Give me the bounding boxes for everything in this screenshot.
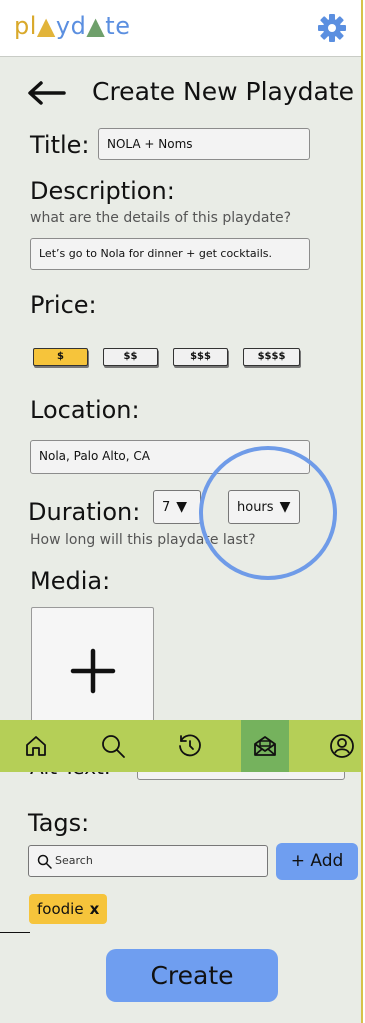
logo-letter: t xyxy=(105,12,116,40)
add-tag-button[interactable]: + Add xyxy=(276,843,358,880)
profile-icon xyxy=(330,734,354,758)
tag-label: foodie xyxy=(37,900,84,918)
price-option-3[interactable]: $$$ xyxy=(173,348,228,366)
title-input[interactable]: NOLA + Noms xyxy=(98,128,310,160)
history-icon xyxy=(179,734,201,757)
add-media-button[interactable] xyxy=(31,607,154,729)
dropdown-arrow-icon: ▼ xyxy=(176,499,188,515)
gear-icon[interactable] xyxy=(316,12,348,44)
logo-letter: l xyxy=(29,12,37,40)
plus-icon xyxy=(70,648,116,694)
price-option-4[interactable]: $$$$ xyxy=(243,348,300,366)
arrow-left-icon[interactable] xyxy=(26,78,66,108)
app-screen: pl▲yd▲te Create New Playdate Title: NOLA… xyxy=(0,0,363,1023)
tag-chip: foodie x xyxy=(29,894,108,924)
nav-search[interactable] xyxy=(89,720,137,772)
logo-letter: p xyxy=(14,12,30,40)
playdate-logo[interactable]: pl▲yd▲te xyxy=(14,12,130,40)
price-option-2[interactable]: $$ xyxy=(103,348,158,366)
location-label: Location: xyxy=(30,396,140,424)
tags-label: Tags: xyxy=(28,809,90,837)
search-icon xyxy=(37,854,52,869)
logo-letter: e xyxy=(115,12,131,40)
price-option-1[interactable]: $ xyxy=(33,348,88,366)
description-hint: what are the details of this playdate? xyxy=(30,210,292,226)
home-icon xyxy=(26,736,46,756)
logo-letter: d xyxy=(70,12,87,40)
create-button[interactable]: Create xyxy=(106,949,278,1002)
title-label: Title: xyxy=(30,131,90,159)
page-title: Create New Playdate xyxy=(92,77,354,106)
highlight-circle xyxy=(199,446,337,580)
logo-letter: ▲ xyxy=(86,12,106,40)
bottom-nav xyxy=(0,720,361,772)
logo-letter: ▲ xyxy=(36,12,56,40)
divider xyxy=(0,932,30,933)
search-placeholder: Search xyxy=(55,854,93,867)
nav-home[interactable] xyxy=(12,720,60,772)
description-input[interactable]: Let’s go to Nola for dinner + get cockta… xyxy=(30,238,310,270)
nav-profile[interactable] xyxy=(318,720,365,772)
duration-number-select[interactable]: 7 ▼ xyxy=(153,490,201,524)
nav-inbox[interactable] xyxy=(241,720,289,772)
nav-history[interactable] xyxy=(166,720,214,772)
envelope-icon xyxy=(254,736,276,756)
search-icon xyxy=(102,735,125,758)
price-label: Price: xyxy=(30,291,97,319)
top-bar: pl▲yd▲te xyxy=(0,0,361,57)
duration-value: 7 xyxy=(162,500,171,515)
tag-search-input[interactable]: Search xyxy=(28,845,268,877)
description-label: Description: xyxy=(30,177,175,205)
media-label: Media: xyxy=(30,567,111,595)
logo-letter: y xyxy=(55,12,71,40)
remove-tag-button[interactable]: x xyxy=(90,900,100,918)
duration-label: Duration: xyxy=(28,498,141,526)
